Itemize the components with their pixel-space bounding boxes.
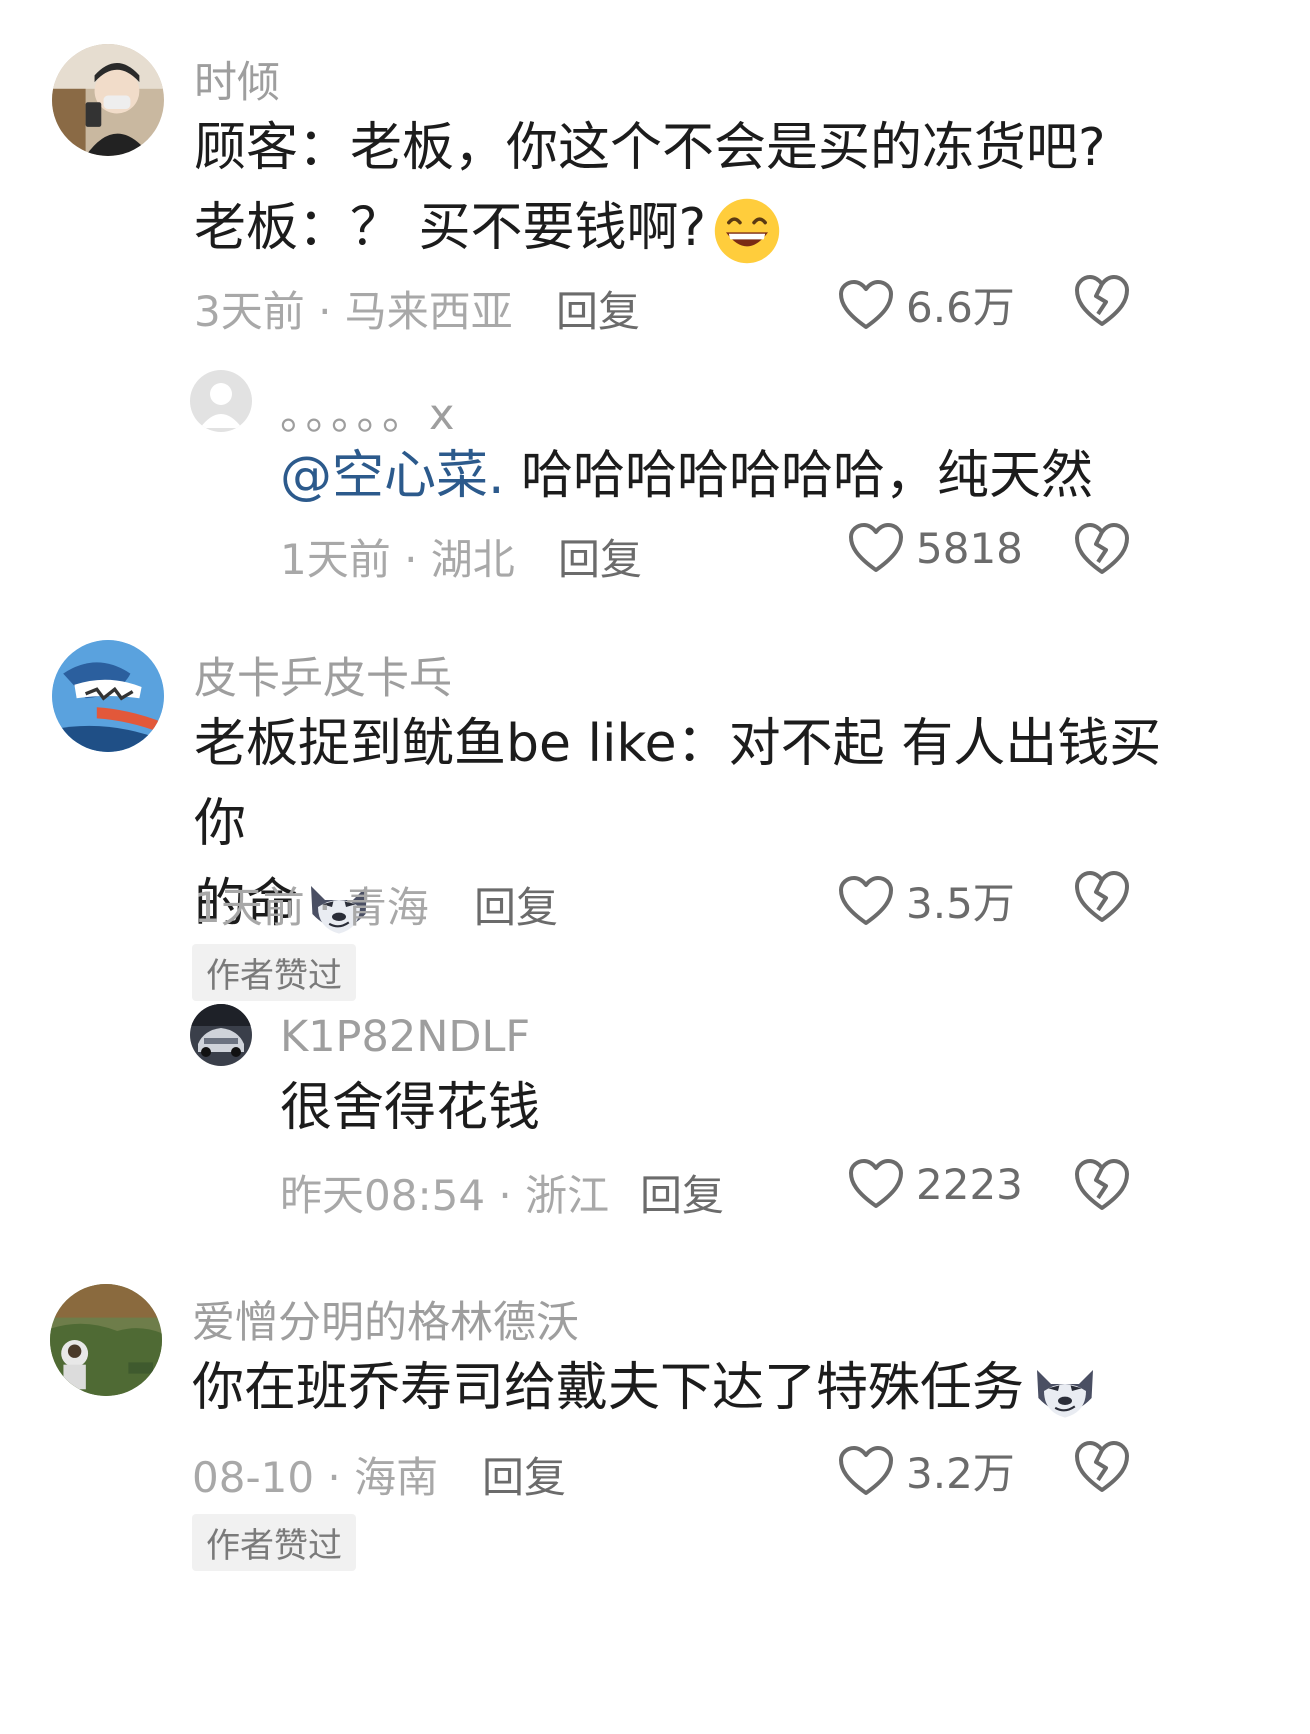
broken-heart-icon[interactable] xyxy=(1074,870,1130,924)
comment-text-line: 老板：？ 买不要钱啊? xyxy=(194,188,1194,268)
reply-button[interactable]: 回复 xyxy=(482,1444,566,1505)
grinning-face-emoji xyxy=(712,196,782,266)
comment-meta: 08-10 · 海南 xyxy=(192,1453,439,1502)
like-count: 6.6万 xyxy=(906,283,1015,332)
comment-text-line: 顾客：老板，你这个不会是买的冻货吧? xyxy=(194,118,1106,178)
comment-text: 顾客：老板，你这个不会是买的冻货吧? 老板：？ 买不要钱啊? xyxy=(194,108,1194,268)
avatar[interactable] xyxy=(50,1284,162,1396)
username[interactable]: K1P82NDLF xyxy=(280,1012,530,1062)
username[interactable]: 爱憎分明的格林德沃 xyxy=(192,1288,579,1350)
username[interactable]: 时倾 xyxy=(194,48,280,110)
heart-outline-icon xyxy=(838,875,894,927)
like-count: 2223 xyxy=(916,1159,1023,1209)
like-button[interactable]: 5818 xyxy=(848,522,1023,574)
comment-meta: 1天前 · 青海 xyxy=(194,883,429,932)
username[interactable]: 。。。。。x xyxy=(280,380,458,442)
broken-heart-icon[interactable] xyxy=(1074,522,1130,576)
wolf-face-emoji xyxy=(1030,1356,1100,1426)
heart-outline-icon xyxy=(848,1158,904,1210)
comment-meta: 3天前 · 马来西亚 xyxy=(194,287,513,336)
broken-heart-icon[interactable] xyxy=(1074,1158,1130,1212)
avatar[interactable] xyxy=(52,44,164,156)
reply-button[interactable]: 回复 xyxy=(640,1162,724,1223)
comment-text-line: 你在班乔寿司给戴夫下达了特殊任务 xyxy=(192,1348,1192,1428)
comment-text-segment: 老板：？ 买不要钱啊? xyxy=(194,198,707,258)
like-count: 5818 xyxy=(916,523,1023,573)
comment-text: 你在班乔寿司给戴夫下达了特殊任务 xyxy=(192,1348,1192,1428)
heart-outline-icon xyxy=(838,279,894,331)
comment-text: 很舍得花钱 xyxy=(280,1078,541,1138)
like-button[interactable]: 2223 xyxy=(848,1158,1023,1210)
author-liked-badge: 作者赞过 xyxy=(192,1514,356,1571)
reply-button[interactable]: 回复 xyxy=(558,526,642,587)
reply-button[interactable]: 回复 xyxy=(556,278,640,339)
mention-link[interactable]: @空心菜. xyxy=(280,446,505,506)
broken-heart-icon[interactable] xyxy=(1074,274,1130,328)
username[interactable]: 皮卡乒皮卡乓 xyxy=(194,644,452,706)
comment-text-segment: 哈哈哈哈哈哈哈，纯天然 xyxy=(504,446,1094,506)
broken-heart-icon[interactable] xyxy=(1074,1440,1130,1494)
avatar[interactable] xyxy=(52,640,164,752)
like-button[interactable]: 6.6万 xyxy=(838,274,1015,335)
like-button[interactable]: 3.2万 xyxy=(838,1440,1015,1501)
heart-outline-icon xyxy=(848,522,904,574)
reply-button[interactable]: 回复 xyxy=(474,874,558,935)
like-button[interactable]: 3.5万 xyxy=(838,870,1015,931)
comment-meta: 昨天08:54 · 浙江 xyxy=(280,1171,610,1220)
like-count: 3.5万 xyxy=(906,879,1015,928)
comment-text: @空心菜. 哈哈哈哈哈哈哈，纯天然 xyxy=(280,436,1280,516)
comment-text-line: 老板捉到鱿鱼be like：对不起 有人出钱买你 xyxy=(194,714,1162,854)
like-count: 3.2万 xyxy=(906,1449,1015,1498)
avatar[interactable] xyxy=(190,1004,252,1066)
comment-meta: 1天前 · 湖北 xyxy=(280,535,515,584)
author-liked-badge: 作者赞过 xyxy=(192,944,356,1001)
heart-outline-icon xyxy=(838,1445,894,1497)
avatar-default[interactable] xyxy=(190,370,252,432)
comment-text-segment: 你在班乔寿司给戴夫下达了特殊任务 xyxy=(192,1358,1025,1418)
